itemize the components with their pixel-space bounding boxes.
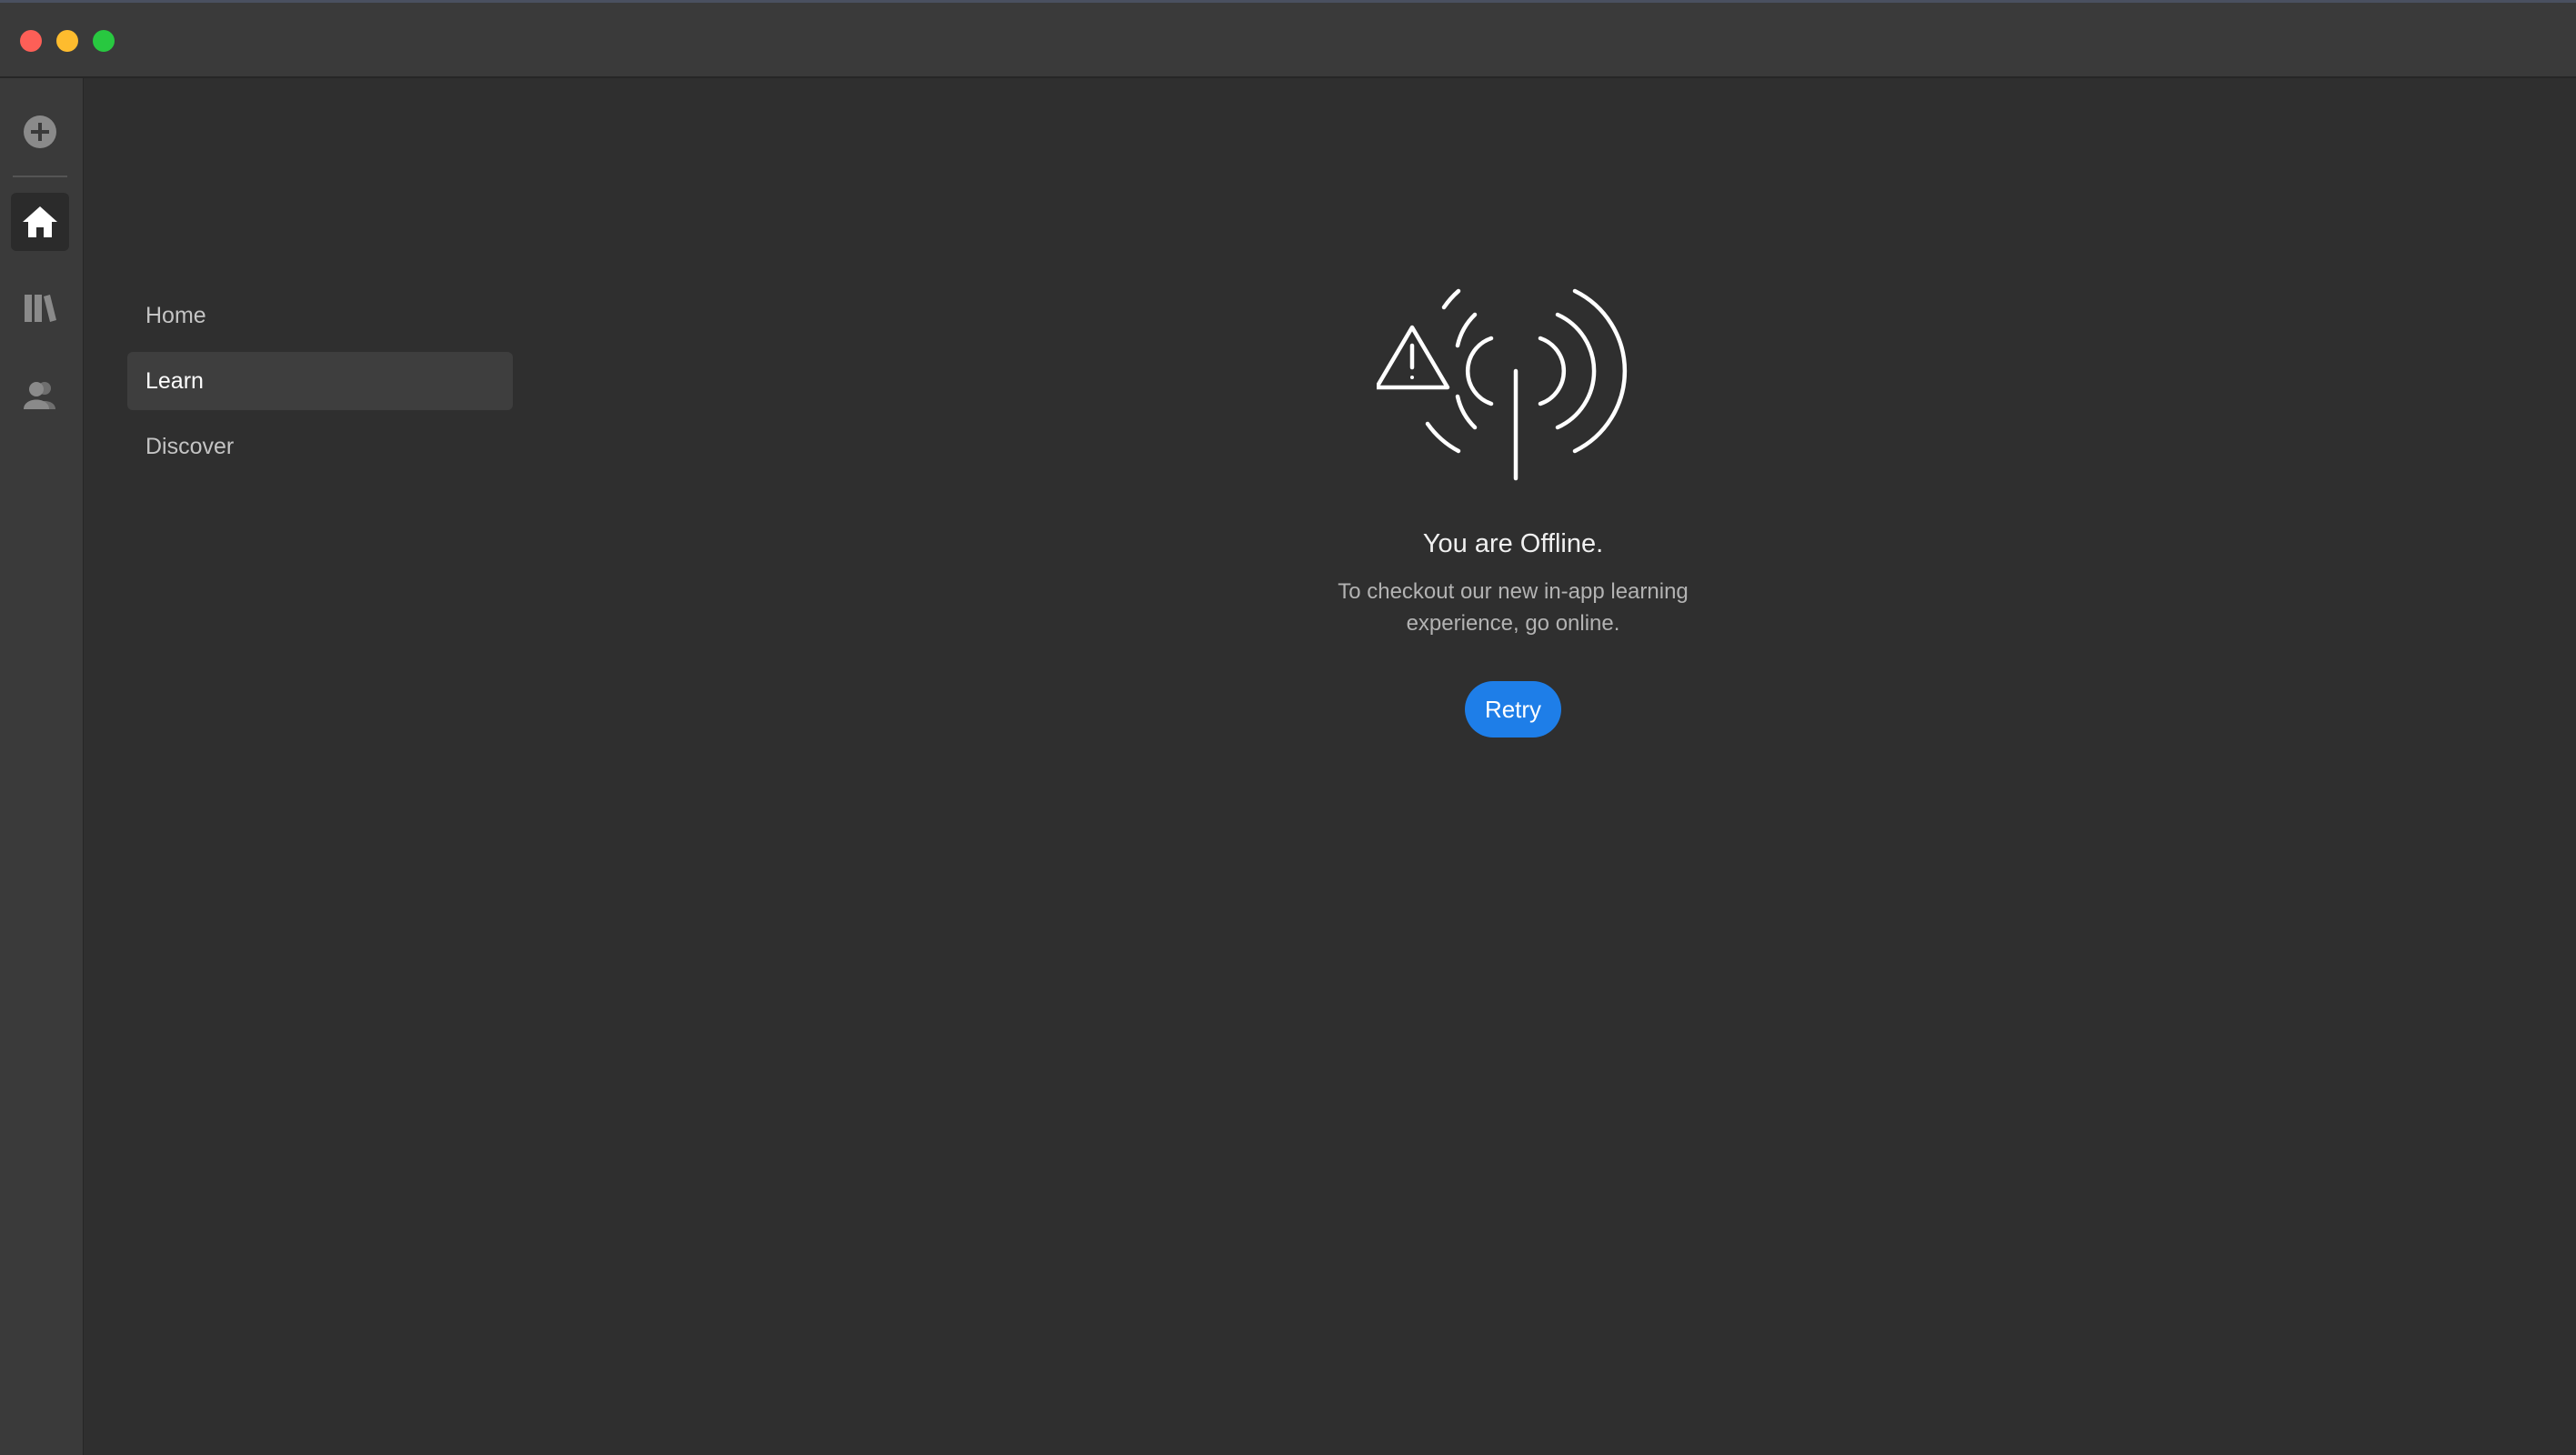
zoom-window-button[interactable] [93,30,115,52]
offline-description: To checkout our new in-app learning expe… [1338,579,1689,636]
users-icon [24,382,55,409]
offline-panel: You are Offline. To checkout our new in-… [1240,273,1786,738]
home-icon [23,206,57,237]
app-window: Home Learn Discover You are Offline. To … [0,0,2576,1455]
retry-button[interactable]: Retry [1464,681,1562,738]
nav-item-discover[interactable]: Discover [127,417,513,476]
offline-title: You are Offline. [1422,529,1604,558]
close-window-button[interactable] [20,30,42,52]
library-icon [25,295,56,322]
nav-item-home[interactable]: Home [127,286,513,345]
section-nav: Home Learn Discover [127,286,513,483]
nav-item-learn[interactable]: Learn [127,352,513,410]
rail-home-button[interactable] [11,193,69,251]
nav-item-label: Learn [145,367,204,394]
rail-divider [13,176,67,177]
rail-people-button[interactable] [11,366,69,424]
title-bar [0,0,2576,78]
left-icon-rail [0,78,84,1455]
rail-library-button[interactable] [11,278,69,336]
create-new-button[interactable] [11,103,69,161]
offline-signal-warning-icon [1377,288,1628,481]
minimize-window-button[interactable] [56,30,78,52]
nav-item-label: Discover [145,433,235,459]
plus-circle-icon [24,115,56,148]
nav-item-label: Home [145,302,206,328]
